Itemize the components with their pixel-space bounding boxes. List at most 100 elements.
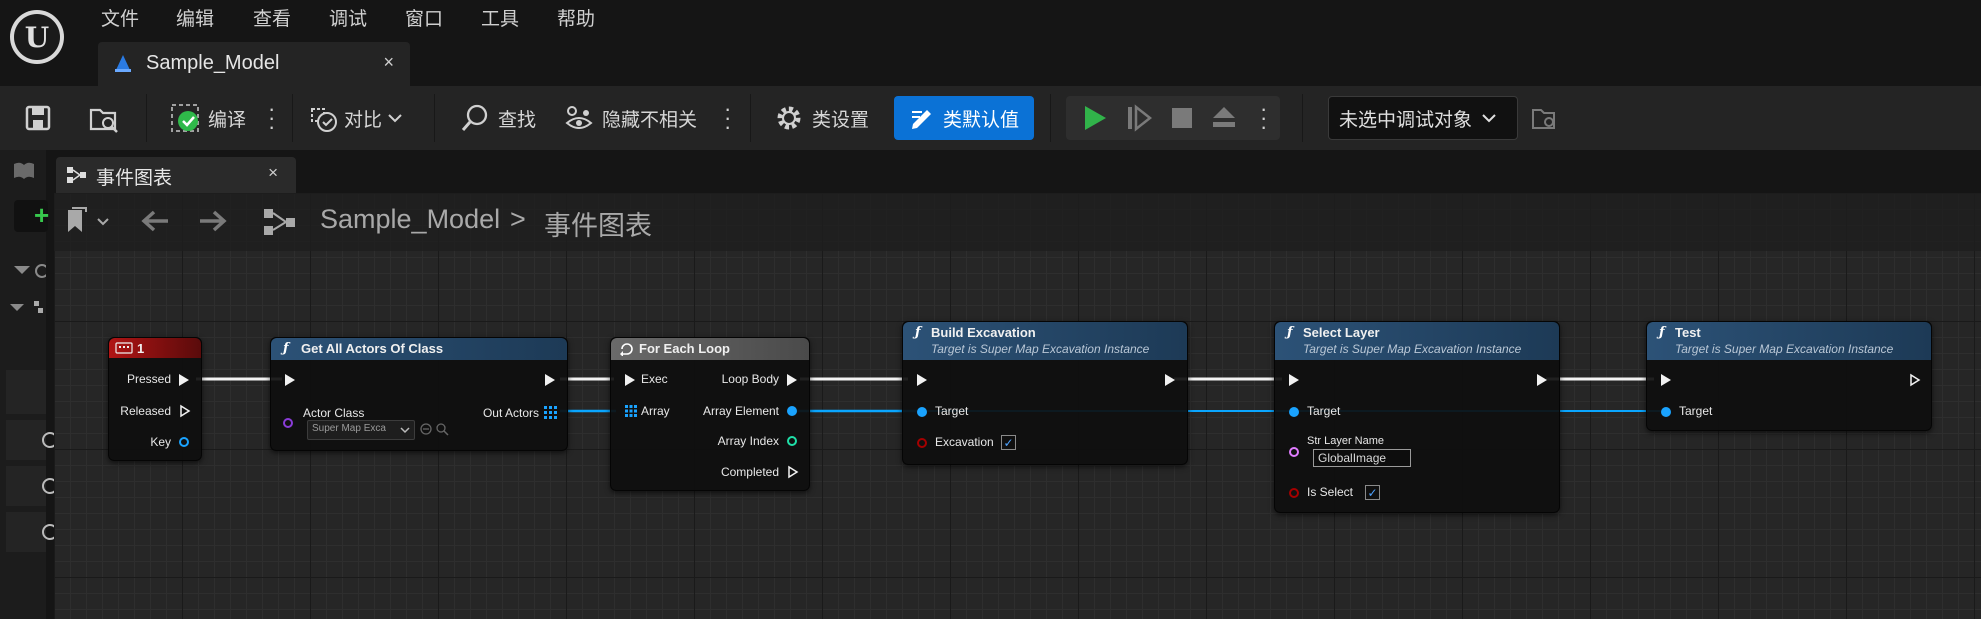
function-icon: ƒ xyxy=(1287,325,1293,340)
get-all-actors-node[interactable]: ƒ Get All Actors Of Class Actor Class Su… xyxy=(270,337,568,451)
close-icon[interactable]: × xyxy=(383,52,394,73)
menu-file[interactable]: 文件 xyxy=(101,4,139,31)
event-graph-icon xyxy=(264,209,295,235)
compile-options-icon[interactable]: · · · xyxy=(268,98,275,138)
plus-icon: + xyxy=(34,200,50,230)
function-icon: ƒ xyxy=(1659,325,1665,340)
actor-class-dropdown[interactable]: Super Map Exca xyxy=(307,420,415,440)
bookmark-icon[interactable] xyxy=(64,206,114,238)
key-event-node[interactable]: 1 Pressed Released Key xyxy=(108,337,202,461)
exec-in-pin[interactable] xyxy=(285,374,295,386)
exec-out-pin-empty[interactable] xyxy=(787,465,799,479)
bool-pin[interactable] xyxy=(917,438,927,448)
str-layer-name-input[interactable]: GlobalImage xyxy=(1313,449,1411,467)
array-pin[interactable] xyxy=(625,405,637,417)
panel-row[interactable] xyxy=(6,370,46,414)
book-icon[interactable] xyxy=(12,160,36,182)
exec-in-pin[interactable] xyxy=(1661,374,1671,386)
target-pin[interactable] xyxy=(917,407,927,417)
browse-icon[interactable] xyxy=(88,104,120,134)
menu-edit[interactable]: 编辑 xyxy=(176,4,214,31)
menu-view[interactable]: 查看 xyxy=(253,4,291,31)
tree-collapse-icon[interactable] xyxy=(12,262,46,280)
find-options-icon[interactable]: · · · xyxy=(724,98,731,138)
target-pin[interactable] xyxy=(1661,407,1671,417)
step-icon[interactable] xyxy=(1126,104,1152,132)
close-icon[interactable]: × xyxy=(268,163,278,183)
is-select-checkbox[interactable]: ✓ xyxy=(1365,485,1380,500)
exec-out-pin[interactable] xyxy=(787,374,797,386)
struct-pin[interactable] xyxy=(179,437,189,447)
node-subtitle: Target is Super Map Excavation Instance xyxy=(1303,342,1522,356)
compile-button[interactable]: 编译 xyxy=(170,98,246,138)
exec-out-pin[interactable] xyxy=(1165,374,1175,386)
toolbar-separator xyxy=(750,94,751,142)
diff-icon xyxy=(311,108,337,132)
play-icon[interactable] xyxy=(1082,104,1108,132)
use-selected-icon[interactable] xyxy=(419,422,433,436)
excavation-checkbox[interactable]: ✓ xyxy=(1001,435,1016,450)
pin-label-array-index: Array Index xyxy=(717,434,779,448)
int-out-pin[interactable] xyxy=(787,436,797,446)
breadcrumb-root[interactable]: Sample_Model xyxy=(320,204,500,235)
pin-label-out-actors: Out Actors xyxy=(482,406,539,420)
pin-label-target: Target xyxy=(935,404,969,418)
pin-label-array: Array xyxy=(641,404,670,418)
diff-button[interactable]: 对比 xyxy=(310,98,404,138)
exec-out-pin-empty[interactable] xyxy=(179,404,191,418)
debug-target-select[interactable]: 未选中调试对象 xyxy=(1328,96,1518,140)
actor-class-value: Super Map Exca xyxy=(312,423,386,434)
string-pin[interactable] xyxy=(1289,447,1299,457)
find-button[interactable]: 查找 xyxy=(460,98,536,138)
browse-search-icon[interactable] xyxy=(435,422,449,436)
loop-icon xyxy=(620,343,633,356)
event-graph-icon xyxy=(67,167,86,183)
exec-out-pin[interactable] xyxy=(545,374,555,386)
unreal-logo[interactable]: U xyxy=(10,10,64,64)
save-icon[interactable] xyxy=(24,104,52,132)
forward-arrow-icon[interactable] xyxy=(198,208,228,234)
back-arrow-icon[interactable] xyxy=(140,208,170,234)
exec-out-pin-empty[interactable] xyxy=(1909,373,1921,387)
eject-icon[interactable] xyxy=(1210,104,1238,130)
node-subtitle: Target is Super Map Excavation Instance xyxy=(931,342,1150,356)
exec-in-pin[interactable] xyxy=(1289,374,1299,386)
exec-out-pin[interactable] xyxy=(1537,374,1547,386)
object-out-pin[interactable] xyxy=(787,406,797,416)
select-layer-node[interactable]: ƒ Select Layer Target is Super Map Excav… xyxy=(1274,321,1560,513)
node-title: Select Layer xyxy=(1303,325,1380,340)
document-tab[interactable]: Sample_Model × xyxy=(98,42,410,86)
exec-out-pin[interactable] xyxy=(179,374,189,386)
find-label: 查找 xyxy=(498,109,537,131)
for-each-loop-node[interactable]: For Each Loop Exec Loop Body Array Array… xyxy=(610,337,810,491)
bool-pin[interactable] xyxy=(1289,488,1299,498)
target-pin[interactable] xyxy=(1289,407,1299,417)
debug-target-label: 未选中调试对象 xyxy=(1339,109,1473,131)
function-icon: ƒ xyxy=(283,341,289,356)
hide-unrelated-button[interactable]: 隐藏不相关 xyxy=(564,98,697,138)
class-pin[interactable] xyxy=(283,418,293,428)
play-options-icon[interactable]: · · · xyxy=(1260,98,1267,138)
menu-window[interactable]: 窗口 xyxy=(405,4,443,31)
exec-in-pin[interactable] xyxy=(917,374,927,386)
node-title: Get All Actors Of Class xyxy=(301,341,444,356)
menu-debug[interactable]: 调试 xyxy=(329,4,367,31)
menu-help[interactable]: 帮助 xyxy=(557,4,595,31)
panel-row[interactable] xyxy=(6,420,54,460)
class-settings-button[interactable]: 类设置 xyxy=(774,98,869,138)
test-node[interactable]: ƒ Test Target is Super Map Excavation In… xyxy=(1646,321,1932,431)
exec-in-pin[interactable] xyxy=(625,374,635,386)
menu-tools[interactable]: 工具 xyxy=(481,4,519,31)
debug-find-icon[interactable] xyxy=(1530,104,1558,132)
panel-row[interactable] xyxy=(6,466,54,506)
stop-icon[interactable] xyxy=(1170,106,1194,130)
panel-row[interactable] xyxy=(6,512,54,552)
graph-tab[interactable]: 事件图表 × xyxy=(56,157,296,193)
class-defaults-button[interactable]: 类默认值 xyxy=(894,96,1034,140)
add-button[interactable]: + xyxy=(14,200,50,232)
build-excavation-node[interactable]: ƒ Build Excavation Target is Super Map E… xyxy=(902,321,1188,465)
pin-label-key: Key xyxy=(150,435,171,449)
array-pin[interactable] xyxy=(544,406,557,419)
tree-collapse-icon[interactable] xyxy=(8,298,46,318)
diff-label: 对比 xyxy=(344,109,383,131)
